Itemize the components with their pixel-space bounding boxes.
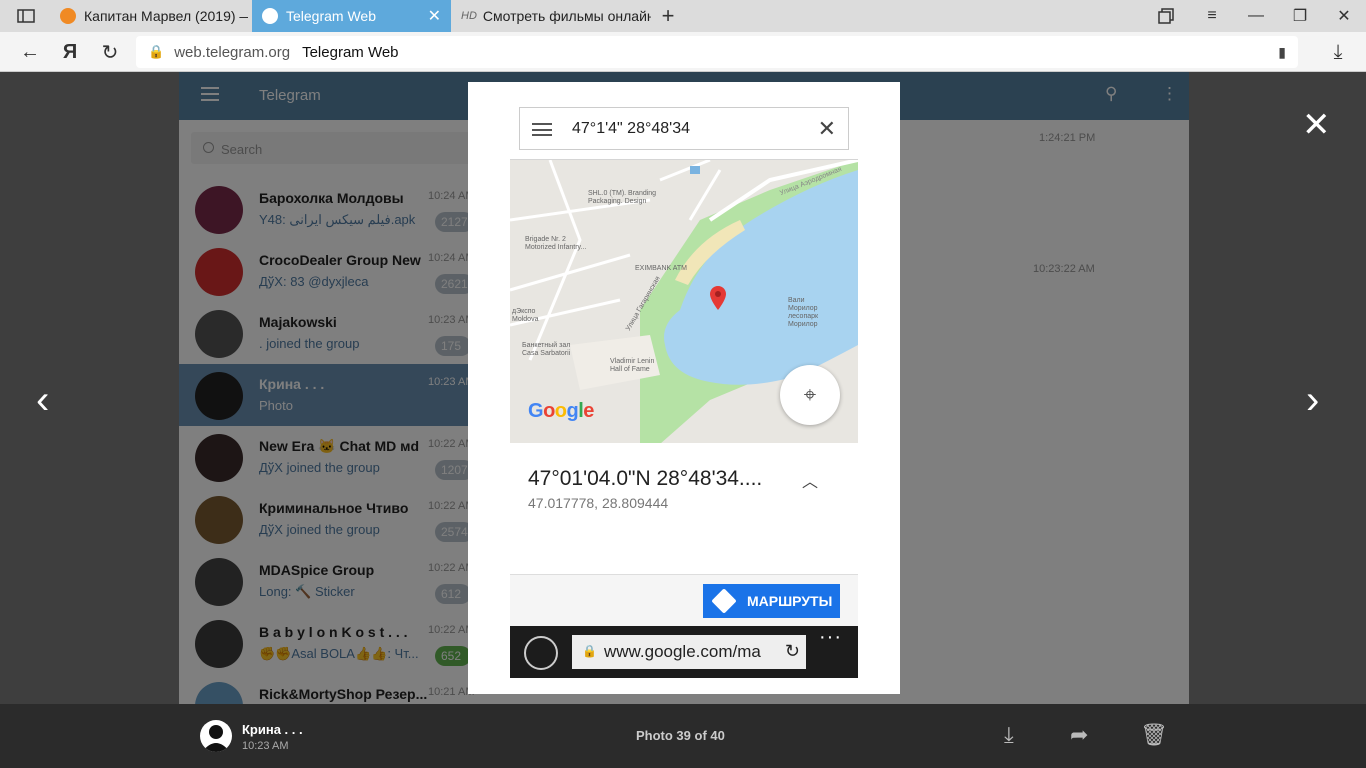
menu-icon[interactable]: ≡ (1194, 0, 1230, 32)
directions-icon (711, 588, 737, 614)
download-icon[interactable]: ⤓ (1322, 36, 1354, 68)
google-logo: Google (528, 400, 594, 422)
chevron-up-icon: ︿ (802, 474, 819, 491)
map-label: Вали Морилор лесопарк Морилор (788, 297, 819, 328)
avatar[interactable] (200, 720, 232, 752)
telegram-favicon-icon (262, 8, 278, 24)
lock-icon: 🔒 (148, 44, 165, 59)
map-label: Brigade Nr. 2 Motorized Infantry... (525, 236, 587, 251)
new-tab-icon[interactable]: + (650, 0, 686, 32)
more-icon: ··· (819, 626, 842, 648)
map-label: дЭкспо Moldova (512, 308, 539, 323)
close-window-icon[interactable]: ✕ (1326, 0, 1362, 32)
restore-icon[interactable]: ❐ (1282, 0, 1318, 32)
hd-favicon-icon: HD (461, 10, 477, 22)
maps-search-box: 47°1'4" 28°48'34 ✕ (519, 107, 849, 150)
delete-icon[interactable]: 🗑 (1140, 722, 1168, 748)
photo-counter: Photo 39 of 40 (636, 728, 725, 743)
address-bar: ← Я ↻ 🔒 web.telegram.org Telegram Web ▮ … (0, 32, 1366, 72)
url-domain: web.telegram.org (174, 43, 291, 61)
routes-label: МАРШРУТЫ (747, 593, 833, 609)
browser-tabbar: Капитан Марвел (2019) — Telegram Web ✕ H… (0, 0, 1366, 32)
maps-search-query: 47°1'4" 28°48'34 (572, 120, 691, 137)
coordinates-decimal: 47.017778, 28.809444 (528, 495, 669, 511)
minimize-icon[interactable]: — (1238, 0, 1274, 32)
prev-photo-icon[interactable]: ‹ (36, 380, 49, 420)
reload-icon: ↻ (784, 641, 800, 661)
photo-image: 47°1'4" 28°48'34 ✕ SHL.0 (TM). Branding P… (468, 82, 900, 694)
tab-kapitan-marvel[interactable]: Капитан Марвел (2019) — (52, 0, 248, 32)
routes-button: МАРШРУТЫ (703, 584, 840, 618)
map-pin-icon (710, 286, 726, 310)
tabs-overview-icon[interactable] (1148, 0, 1184, 32)
download-icon[interactable]: ⤓ (1004, 722, 1014, 748)
yandex-icon[interactable]: Я (54, 36, 86, 68)
map-label: Vladimir Lenin Hall of Fame (610, 358, 655, 373)
close-viewer-icon[interactable]: ✕ (1302, 108, 1331, 142)
tab-movies[interactable]: HD Смотреть фильмы онлайн (455, 0, 651, 32)
url-page-title: Telegram Web (302, 43, 399, 61)
close-tab-icon[interactable]: ✕ (428, 6, 441, 26)
tab-title: Капитан Марвел (2019) — (84, 8, 248, 24)
forward-icon[interactable]: ➦ (1070, 722, 1088, 748)
tab-title: Telegram Web (286, 8, 377, 24)
map-label: EXIMBANK ATM (635, 265, 687, 272)
url-field[interactable]: 🔒 web.telegram.org Telegram Web ▮ (136, 36, 1298, 68)
my-location-icon: ⌖ (780, 365, 840, 425)
maps-clear-icon: ✕ (817, 116, 836, 141)
coordinates-dms: 47°01'04.0"N 28°48'34.... (528, 467, 763, 490)
map-view: SHL.0 (TM). Branding Packaging. Design Br… (510, 159, 858, 443)
next-photo-icon[interactable]: › (1306, 380, 1319, 420)
bookmark-icon[interactable]: ▮ (1278, 44, 1286, 61)
map-label: Банкетный зал Casa Sarbatorii (522, 342, 571, 357)
viewer-bottom-bar: Крина . . . 10:23 AM Photo 39 of 40 ⤓ ➦ … (0, 704, 1366, 768)
tabs-icon (524, 636, 558, 670)
sender-name[interactable]: Крина . . . (242, 722, 303, 737)
map-label: SHL.0 (TM). Branding Packaging. Design (588, 190, 657, 205)
back-icon[interactable]: ← (14, 36, 46, 68)
maps-menu-icon (532, 123, 552, 136)
photo-time: 10:23 AM (242, 740, 289, 752)
route-panel: МАРШРУТЫ (510, 574, 858, 626)
mobile-url: www.google.com/ma (604, 642, 761, 661)
tab-title: Смотреть фильмы онлайн (482, 8, 651, 24)
reload-icon[interactable]: ↻ (94, 36, 126, 68)
mobile-browser-bar: 🔒 www.google.com/ma ↻ ··· (510, 626, 858, 678)
tab-telegram-web[interactable]: Telegram Web ✕ (252, 0, 451, 32)
mobile-url-field: 🔒 www.google.com/ma ↻ (572, 635, 806, 669)
lock-icon: 🔒 (582, 644, 597, 658)
film-favicon-icon (60, 8, 76, 24)
sidebar-toggle-icon[interactable] (8, 0, 44, 32)
